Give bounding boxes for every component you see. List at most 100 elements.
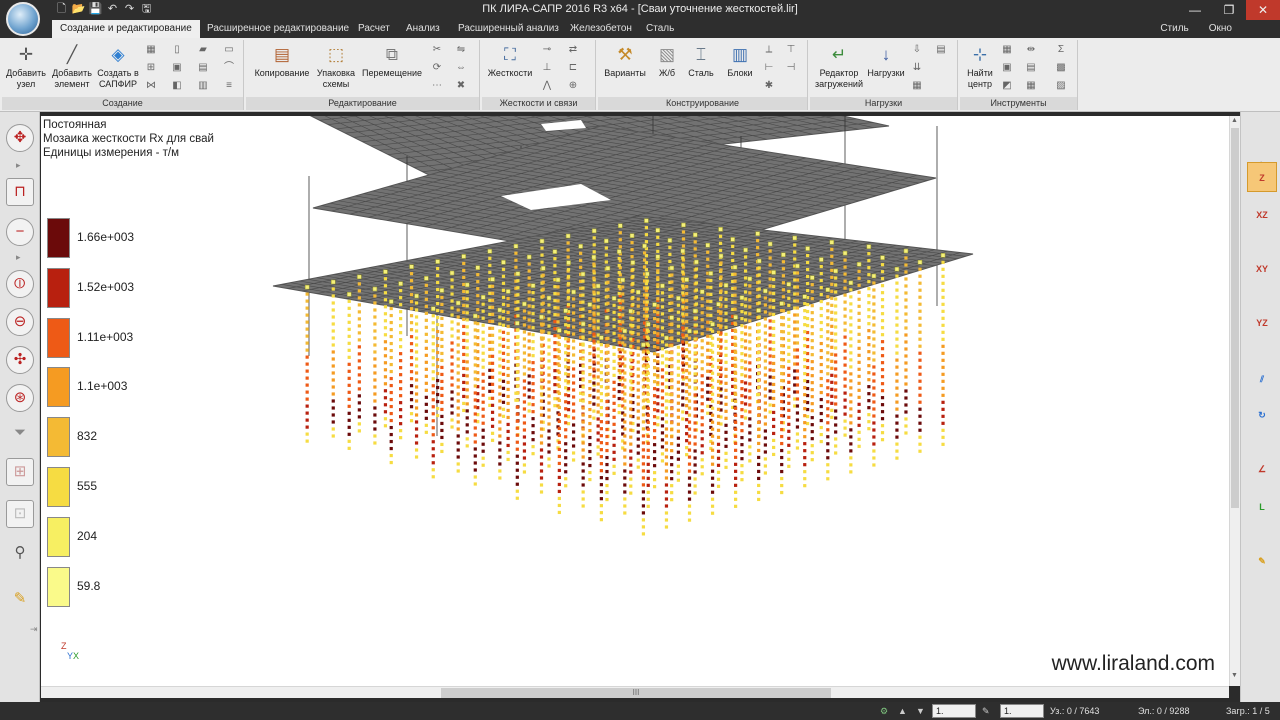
lock-icon[interactable]: ⊡ xyxy=(6,500,34,528)
maximize-button[interactable]: ❐ xyxy=(1212,0,1246,20)
view-yz-icon[interactable]: YZ xyxy=(1247,308,1277,338)
status-icon[interactable]: ▼ xyxy=(916,702,925,720)
scroll-thumb[interactable] xyxy=(1231,128,1239,508)
tab-create-edit[interactable]: Создание и редактирование xyxy=(52,20,200,38)
scroll-up-icon[interactable]: ▲ xyxy=(1231,117,1238,124)
move-button[interactable]: ⧉ Перемещение xyxy=(360,42,424,79)
pan-icon[interactable]: ✥ xyxy=(6,124,34,152)
horizontal-scrollbar[interactable]: III xyxy=(41,686,1229,698)
tab-calculation[interactable]: Расчет xyxy=(358,20,390,38)
frame-icon[interactable]: ⊞ xyxy=(144,62,158,74)
create-in-sapfir-button[interactable]: ◈ Создать в САПФИР xyxy=(94,42,142,90)
blocks-button[interactable]: ▥ Блоки xyxy=(720,42,760,79)
truss-icon[interactable]: ⋈ xyxy=(144,80,158,92)
stairs-icon[interactable]: ≡ xyxy=(222,80,236,92)
array-icon[interactable]: ▤ xyxy=(196,62,210,74)
perspective-icon[interactable]: ⫽ xyxy=(1247,364,1277,394)
hinge-icon[interactable]: ⊸ xyxy=(540,44,554,56)
wall-icon[interactable]: ▭ xyxy=(222,44,236,56)
slab-icon[interactable]: ▰ xyxy=(196,44,210,56)
vertical-scrollbar[interactable]: ▲ ▼ xyxy=(1229,116,1240,686)
loads-button[interactable]: ↓ Нагрузки xyxy=(864,42,908,79)
style-menu[interactable]: Стиль xyxy=(1160,20,1188,38)
axes-icon[interactable]: ∠ xyxy=(1247,454,1277,484)
minimize-button[interactable]: — xyxy=(1178,0,1212,20)
filter-icon[interactable]: ▣ xyxy=(1000,62,1014,74)
local-axes-icon[interactable]: L xyxy=(1247,492,1277,522)
rigid-insert-icon[interactable]: ⊏ xyxy=(566,62,580,74)
expand-arrow-icon[interactable]: ▸ xyxy=(16,252,21,263)
load-case-icon[interactable]: ▦ xyxy=(910,80,924,92)
column-icon[interactable]: ▯ xyxy=(170,44,184,56)
zoom-out-icon[interactable]: − xyxy=(6,218,34,246)
grid-icon[interactable]: ▦ xyxy=(144,44,158,56)
status-icon[interactable]: ▲ xyxy=(898,702,907,720)
frame-view-icon[interactable]: ⊓ xyxy=(6,178,34,206)
load-table-icon[interactable]: ▤ xyxy=(934,44,948,56)
fill-icon[interactable]: ▩ xyxy=(1054,62,1068,74)
collapse-icon[interactable]: ⇥ xyxy=(30,624,38,635)
find-center-button[interactable]: ⊹ Найти центр xyxy=(962,42,998,90)
tab-analysis[interactable]: Анализ xyxy=(406,20,440,38)
view-3d-icon[interactable]: Z xyxy=(1247,162,1277,192)
unify-icon[interactable]: ⊤ xyxy=(784,44,798,56)
model-canvas[interactable]: Постоянная Мозаика жесткости Rx для свай… xyxy=(41,116,1229,686)
plate-icon[interactable]: ▥ xyxy=(196,80,210,92)
stretch-icon[interactable]: ⇔ xyxy=(454,62,468,74)
rotate-icon[interactable]: ↻ xyxy=(1247,400,1277,430)
sum-icon[interactable]: Σ xyxy=(1054,44,1068,56)
status-icon[interactable]: ✎ xyxy=(982,702,990,720)
expand-arrow-icon[interactable]: ▸ xyxy=(16,160,21,171)
tab-advanced-edit[interactable]: Расширенное редактирование xyxy=(207,20,349,38)
divide-icon[interactable]: ⋯ xyxy=(430,80,444,92)
minus-icon[interactable]: ⊖ xyxy=(6,308,34,336)
combination-select[interactable]: 1. xyxy=(1000,704,1044,718)
rotate-view-icon[interactable]: ✣ xyxy=(6,346,34,374)
link-icon[interactable]: ⇄ xyxy=(566,44,580,56)
view-xz-icon[interactable]: XZ xyxy=(1247,200,1277,230)
palette-icon[interactable]: ▦ xyxy=(1024,80,1038,92)
measure-icon[interactable]: ⇹ xyxy=(1024,44,1038,56)
scroll-down-icon[interactable]: ▼ xyxy=(1231,672,1238,679)
variants-button[interactable]: ⚒ Варианты xyxy=(600,42,650,79)
section-icon[interactable]: ⟂ xyxy=(762,44,776,56)
support-icon[interactable]: ⊥ xyxy=(540,62,554,74)
cut-icon[interactable]: ✂ xyxy=(430,44,444,56)
node-load-icon[interactable]: ⇩ xyxy=(910,44,924,56)
brush-icon[interactable]: ✎ xyxy=(6,586,34,614)
calc-icon[interactable]: ✱ xyxy=(762,80,776,92)
close-button[interactable]: ✕ xyxy=(1246,0,1280,20)
bond-icon[interactable]: ⊕ xyxy=(566,80,580,92)
app-logo-icon[interactable] xyxy=(6,2,40,36)
shell-icon[interactable]: ◧ xyxy=(170,80,184,92)
rc-button[interactable]: ▧ Ж/б xyxy=(650,42,684,79)
pack-scheme-button[interactable]: ⬚ Упаковка схемы xyxy=(310,42,362,90)
section-view-icon[interactable]: ⦶ xyxy=(6,270,34,298)
add-element-button[interactable]: ╱ Добавить элемент xyxy=(48,42,96,90)
stiffness-button[interactable]: ⛶ Жесткости xyxy=(484,42,536,79)
model-scene[interactable] xyxy=(41,116,1229,686)
distributed-load-icon[interactable]: ⇊ xyxy=(910,62,924,74)
steel-button[interactable]: ⌶ Сталь xyxy=(684,42,718,79)
load-case-select[interactable]: 1. xyxy=(932,704,976,718)
load-editor-button[interactable]: ↵ Редактор загружений xyxy=(812,42,866,90)
color-icon[interactable]: ▤ xyxy=(1024,62,1038,74)
mesh-icon[interactable]: ▣ xyxy=(170,62,184,74)
grid-view-icon[interactable]: ⊞ xyxy=(6,458,34,486)
table-icon[interactable]: ▦ xyxy=(1000,44,1014,56)
tab-reinforced-concrete[interactable]: Железобетон xyxy=(570,20,632,38)
filter-icon[interactable]: ⏷ xyxy=(6,420,34,448)
tab-steel[interactable]: Сталь xyxy=(646,20,674,38)
scroll-thumb[interactable]: III xyxy=(441,688,831,698)
rotate-icon[interactable]: ⟳ xyxy=(430,62,444,74)
view-xy-icon[interactable]: XY xyxy=(1247,254,1277,284)
mirror-icon[interactable]: ⇋ xyxy=(454,44,468,56)
layers-icon[interactable]: ◩ xyxy=(1000,80,1014,92)
copy-button[interactable]: ▤ Копирование xyxy=(250,42,314,79)
design-option-icon[interactable]: ⊣ xyxy=(784,62,798,74)
window-menu[interactable]: Окно xyxy=(1209,20,1232,38)
add-node-button[interactable]: ✛ Добавить узел xyxy=(4,42,48,90)
spring-icon[interactable]: ⋀ xyxy=(540,80,554,92)
status-icon[interactable]: ⚙ xyxy=(880,702,888,720)
fragment-icon[interactable]: ⊛ xyxy=(6,384,34,412)
